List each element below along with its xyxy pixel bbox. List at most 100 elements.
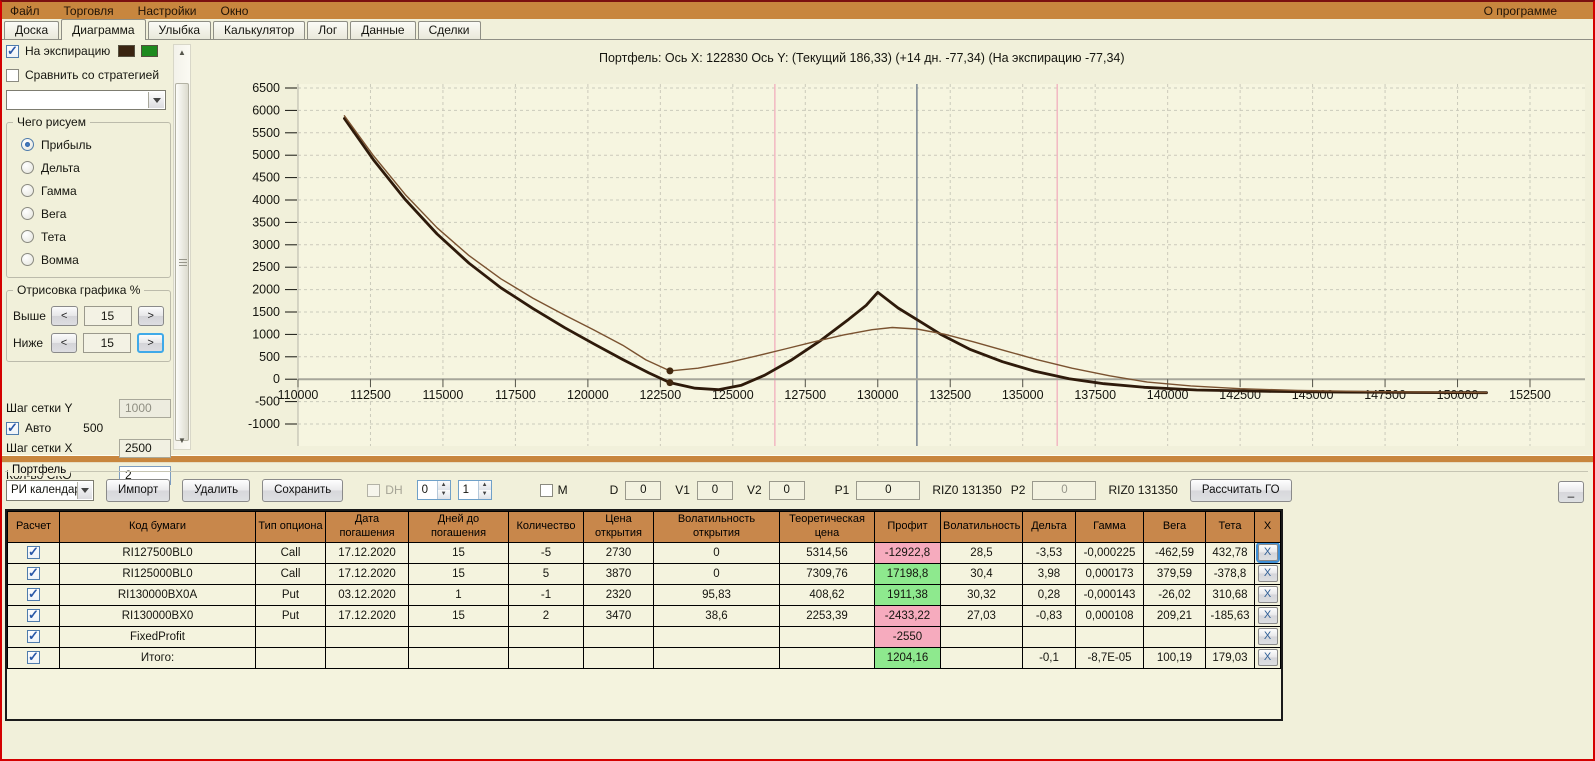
m-checkbox[interactable]	[539, 483, 553, 497]
remove-row-button[interactable]: X	[1257, 649, 1278, 666]
profit-chart-plot[interactable]: -1000 -500 0 500 1000 1500 2000 2500 3000 3500 400…	[202, 40, 1591, 455]
scroll-down-icon[interactable]: ▼	[174, 433, 190, 449]
radio-option-Вомма[interactable]: Вомма	[13, 248, 164, 271]
on-expiration-checkbox[interactable]	[6, 43, 19, 59]
remove-row-button[interactable]: X	[1257, 628, 1278, 645]
cell-code[interactable]: RI127500BL0	[59, 541, 256, 564]
cell-vol[interactable]: 30,32	[940, 583, 1023, 606]
grid-step-x-input[interactable]	[119, 438, 171, 458]
cell-gamma[interactable]: 0,000173	[1075, 562, 1144, 585]
column-header[interactable]: Вега	[1143, 511, 1206, 543]
cell-type[interactable]: Call	[255, 541, 326, 564]
menu-item-0[interactable]: Файл	[10, 4, 40, 18]
cell-qty[interactable]: -1	[508, 583, 584, 606]
tab-Улыбка[interactable]: Улыбка	[147, 21, 212, 39]
cell-days[interactable]: 15	[408, 604, 509, 627]
cell-open-vol[interactable]: 0	[653, 541, 780, 564]
column-header[interactable]: Теоретическая цена	[779, 511, 875, 543]
dh-checkbox[interactable]	[367, 483, 381, 497]
d-value-box[interactable]: 0	[625, 480, 662, 500]
cell-delta[interactable]: -0,83	[1022, 604, 1076, 627]
on-expiration-row[interactable]: На экспирацию	[6, 43, 171, 59]
p1-value-box[interactable]: 0	[856, 480, 921, 500]
menu-item-1[interactable]: Торговля	[64, 4, 114, 18]
radio-option-Гамма[interactable]: Гамма	[13, 179, 164, 202]
calculate-go-button[interactable]: Рассчитать ГО	[1189, 478, 1292, 502]
row-calc-checkbox[interactable]	[27, 649, 40, 665]
radio-icon[interactable]	[21, 207, 34, 220]
cell-vol[interactable]: 28,5	[940, 541, 1023, 564]
below-percent-input[interactable]	[83, 333, 132, 353]
above-percent-input[interactable]	[83, 306, 132, 326]
cell-code[interactable]: Итого:	[59, 646, 256, 669]
above-decrease-button[interactable]: <	[51, 306, 78, 326]
cell-theta[interactable]: 310,68	[1205, 583, 1255, 606]
row-calc-cell[interactable]	[7, 583, 60, 606]
column-header[interactable]: X	[1254, 511, 1281, 543]
cell-type[interactable]: Put	[255, 604, 326, 627]
cell-type[interactable]	[255, 625, 326, 648]
cell-gamma[interactable]: 0,000108	[1075, 604, 1144, 627]
cell-delta[interactable]	[1022, 625, 1076, 648]
remove-row-button[interactable]: X	[1255, 543, 1280, 562]
dropdown-arrow-button[interactable]	[77, 481, 92, 499]
cell-type[interactable]: Call	[255, 562, 326, 585]
above-increase-button[interactable]: >	[137, 306, 164, 326]
cell-vol[interactable]: 30,4	[940, 562, 1023, 585]
column-header[interactable]: Дата погашения	[325, 511, 409, 543]
column-header[interactable]: Количество	[508, 511, 584, 543]
cell-open-price[interactable]: 2320	[583, 583, 654, 606]
cell-theor-price[interactable]: 7309,76	[779, 562, 875, 585]
cell-qty[interactable]: -5	[508, 541, 584, 564]
tab-Данные[interactable]: Данные	[350, 21, 416, 39]
cell-theor-price[interactable]: 408,62	[779, 583, 875, 606]
compare-strategy-row[interactable]: Сравнить со стратегией	[6, 68, 171, 82]
column-header[interactable]: Код бумаги	[59, 511, 256, 543]
dh-spinner-1[interactable]: 0 ▲ ▼	[416, 480, 451, 500]
dropdown-arrow-button[interactable]	[148, 92, 164, 108]
row-calc-checkbox[interactable]	[27, 565, 40, 581]
cell-open-vol[interactable]	[653, 646, 780, 669]
tab-Диаграмма[interactable]: Диаграмма	[61, 19, 146, 40]
cell-expiry[interactable]: 03.12.2020	[325, 583, 409, 606]
row-calc-checkbox[interactable]	[27, 607, 40, 623]
cell-theor-price[interactable]	[779, 625, 875, 648]
menu-item-2[interactable]: Настройки	[138, 4, 197, 18]
cell-expiry[interactable]	[325, 625, 409, 648]
column-header[interactable]: Дней до погашения	[408, 511, 509, 543]
cell-delta[interactable]: -3,53	[1022, 541, 1076, 564]
radio-icon[interactable]	[21, 184, 34, 197]
v1-value-box[interactable]: 0	[696, 480, 733, 500]
cell-delta[interactable]: 3,98	[1022, 562, 1076, 585]
column-header[interactable]: Тип опциона	[255, 511, 326, 543]
cell-code[interactable]: RI130000BX0A	[59, 583, 256, 606]
cell-vega[interactable]	[1143, 625, 1206, 648]
cell-code[interactable]: FixedProfit	[59, 625, 256, 648]
radio-icon[interactable]	[21, 161, 34, 174]
radio-icon[interactable]	[21, 253, 34, 266]
menu-item-about[interactable]: О программе	[1484, 4, 1557, 18]
radio-icon[interactable]	[21, 138, 34, 151]
radio-option-Дельта[interactable]: Дельта	[13, 156, 164, 179]
below-decrease-button[interactable]: <	[50, 333, 78, 353]
column-header[interactable]: Гамма	[1075, 511, 1144, 543]
cell-open-price[interactable]	[583, 646, 654, 669]
remove-row-button[interactable]: X	[1257, 565, 1278, 582]
column-header[interactable]: Волатильность	[940, 511, 1023, 543]
spinner-arrows[interactable]: ▲ ▼	[477, 481, 491, 499]
cell-vega[interactable]: 100,19	[1143, 646, 1206, 669]
cell-vega[interactable]: -462,59	[1143, 541, 1206, 564]
cell-qty[interactable]	[508, 646, 584, 669]
cell-profit[interactable]: 1204,16	[874, 646, 941, 669]
cell-delta[interactable]: 0,28	[1022, 583, 1076, 606]
cell-theta[interactable]: -378,8	[1205, 562, 1255, 585]
column-header[interactable]: Волатильность открытия	[653, 511, 780, 543]
cell-theta[interactable]	[1205, 625, 1255, 648]
cell-code[interactable]: RI125000BL0	[59, 562, 256, 585]
row-calc-checkbox[interactable]	[27, 586, 40, 602]
radio-option-Тета[interactable]: Тета	[13, 225, 164, 248]
tab-Калькулятор[interactable]: Калькулятор	[213, 21, 306, 39]
cell-days[interactable]	[408, 625, 509, 648]
grid-step-y-input[interactable]	[119, 398, 171, 418]
cell-vega[interactable]: 379,59	[1143, 562, 1206, 585]
